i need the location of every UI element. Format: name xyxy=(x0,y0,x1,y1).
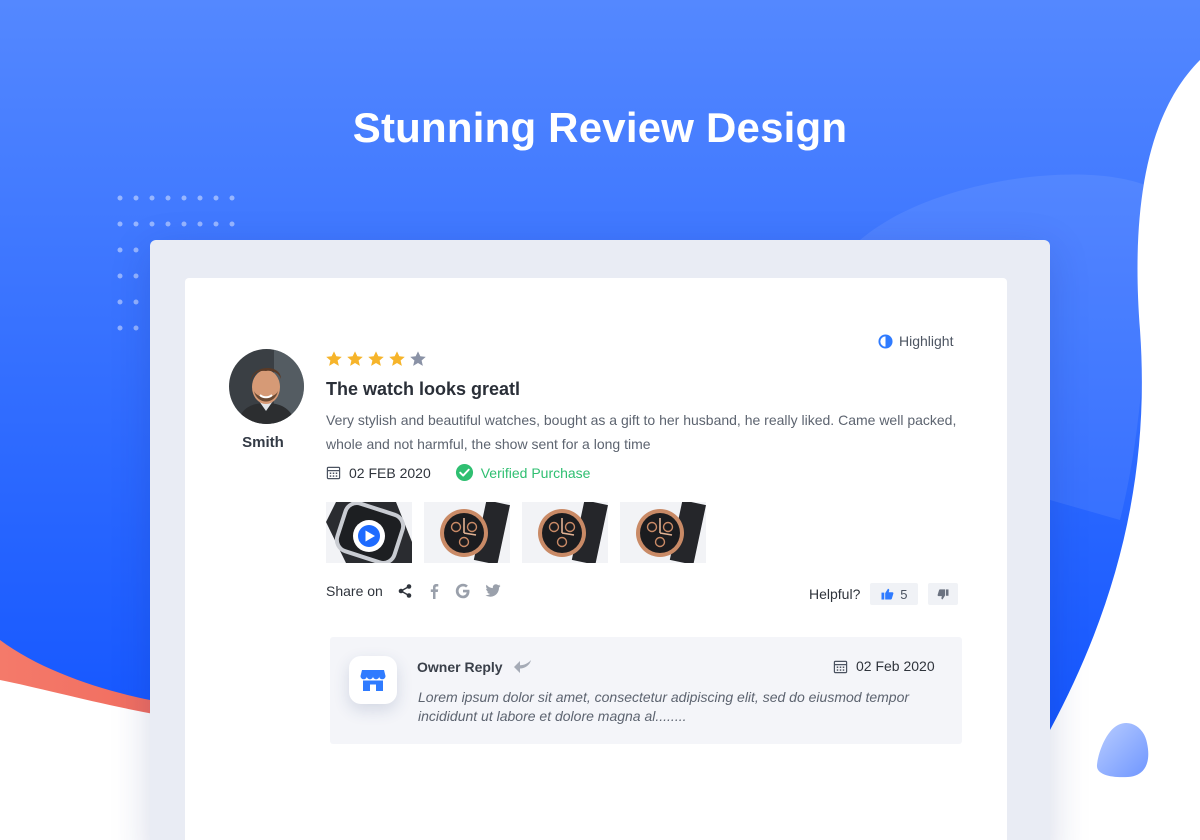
verified-label: Verified Purchase xyxy=(480,464,591,481)
owner-reply-title: Owner Reply xyxy=(417,659,503,675)
smartwatch-video-icon xyxy=(326,502,412,563)
calendar-icon xyxy=(326,466,341,480)
review-meta: 02 FEB 2020 Verified Purchase xyxy=(326,463,590,482)
google-icon[interactable] xyxy=(455,583,471,599)
wristwatch-icon xyxy=(440,502,510,563)
share-icon[interactable] xyxy=(397,583,413,599)
owner-reply-date: 02 Feb 2020 xyxy=(833,658,935,674)
person-avatar-icon xyxy=(229,349,304,424)
verified-purchase-badge: Verified Purchase xyxy=(455,463,591,482)
review-body: Very stylish and beautiful watches, boug… xyxy=(326,412,957,452)
calendar-icon xyxy=(833,660,848,673)
owner-reply-date-text: 02 Feb 2020 xyxy=(856,658,935,674)
thumbs-up-button[interactable]: 5 xyxy=(870,583,919,605)
thumbs-up-count: 5 xyxy=(900,586,908,602)
check-circle-icon xyxy=(455,463,473,482)
highlight-button[interactable]: Highlight xyxy=(878,333,953,349)
avatar xyxy=(229,349,304,424)
facebook-icon[interactable] xyxy=(427,583,441,599)
store-icon xyxy=(360,670,386,691)
twitter-icon[interactable] xyxy=(485,584,501,598)
owner-reply-header: Owner Reply xyxy=(417,659,533,675)
reply-arrow-icon xyxy=(513,660,531,673)
small-blob-decoration xyxy=(1096,723,1149,778)
review-date-text: 02 FEB 2020 xyxy=(349,464,431,481)
star-filled-icon xyxy=(368,351,384,366)
media-thumbnail-image[interactable] xyxy=(620,502,706,563)
thumbs-down-button[interactable] xyxy=(928,583,959,605)
contrast-icon xyxy=(878,333,893,349)
reviewer-name: Smith xyxy=(242,434,284,451)
highlight-label: Highlight xyxy=(899,333,954,349)
wristwatch-icon xyxy=(538,502,608,563)
store-avatar xyxy=(349,656,397,704)
wristwatch-icon xyxy=(636,502,706,563)
star-empty-icon xyxy=(410,351,426,366)
helpful-votes: Helpful? 5 xyxy=(809,583,959,605)
review-media-gallery xyxy=(326,502,706,563)
star-filled-icon xyxy=(389,351,405,366)
owner-reply-text: Lorem ipsum dolor sit amet, consectetur … xyxy=(418,689,910,724)
star-rating xyxy=(325,350,427,368)
thumbs-up-icon xyxy=(881,588,894,600)
thumbs-down-icon xyxy=(937,588,949,599)
share-label: Share on xyxy=(326,583,383,599)
star-filled-icon xyxy=(326,351,342,366)
helpful-label: Helpful? xyxy=(809,586,861,602)
star-filled-icon xyxy=(347,351,363,366)
hero-title: Stunning Review Design xyxy=(352,104,848,151)
review-date: 02 FEB 2020 xyxy=(326,465,431,481)
review-title: The watch looks greatl xyxy=(326,379,521,399)
media-thumbnail-video[interactable] xyxy=(326,502,412,563)
media-thumbnail-image[interactable] xyxy=(522,502,608,563)
share-bar: Share on xyxy=(326,583,501,599)
media-thumbnail-image[interactable] xyxy=(424,502,510,563)
